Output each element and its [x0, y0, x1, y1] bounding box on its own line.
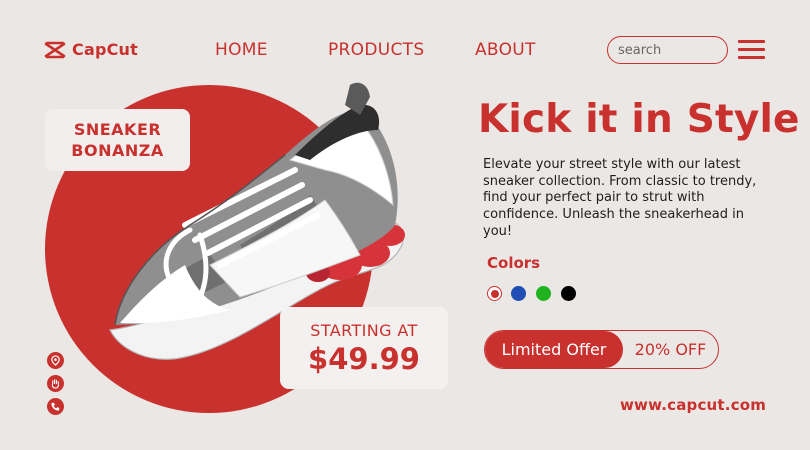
color-swatch-green[interactable]	[536, 286, 551, 301]
price-label: STARTING AT	[310, 320, 418, 340]
website-link[interactable]: www.capcut.com	[620, 396, 766, 414]
color-swatch-black[interactable]	[561, 286, 576, 301]
badge-line-2: BONANZA	[71, 141, 164, 160]
price-card: STARTING AT $49.99	[280, 307, 448, 389]
nav-products[interactable]: PRODUCTS	[328, 40, 424, 60]
nav-home[interactable]: HOME	[215, 40, 268, 60]
location-icon[interactable]	[47, 352, 64, 369]
search-input[interactable]	[607, 36, 728, 64]
nav-about[interactable]: ABOUT	[475, 40, 536, 60]
phone-icon[interactable]	[47, 398, 64, 415]
capcut-logo-icon	[44, 41, 66, 59]
hamburger-menu-icon[interactable]	[738, 40, 765, 60]
color-swatch-blue[interactable]	[511, 286, 526, 301]
colors-label: Colors	[487, 254, 541, 272]
description: Elevate your street style with our lates…	[483, 157, 757, 239]
headline: Kick it in Style	[478, 97, 800, 142]
logo-text: CapCut	[72, 40, 138, 59]
offer-label: Limited Offer	[485, 331, 623, 368]
price-value: $49.99	[308, 341, 420, 376]
badge-line-1: SNEAKER	[73, 120, 162, 139]
color-swatch-red[interactable]	[487, 286, 502, 301]
page: CapCut HOME PRODUCTS ABOUT search SNEAKE…	[0, 0, 810, 450]
capcut-logo[interactable]: CapCut	[44, 40, 138, 59]
hand-icon[interactable]	[47, 375, 64, 392]
limited-offer-pill[interactable]: Limited Offer 20% OFF	[484, 330, 719, 369]
offer-value: 20% OFF	[634, 340, 707, 359]
sneaker-bonanza-badge: SNEAKER BONANZA	[45, 109, 190, 171]
